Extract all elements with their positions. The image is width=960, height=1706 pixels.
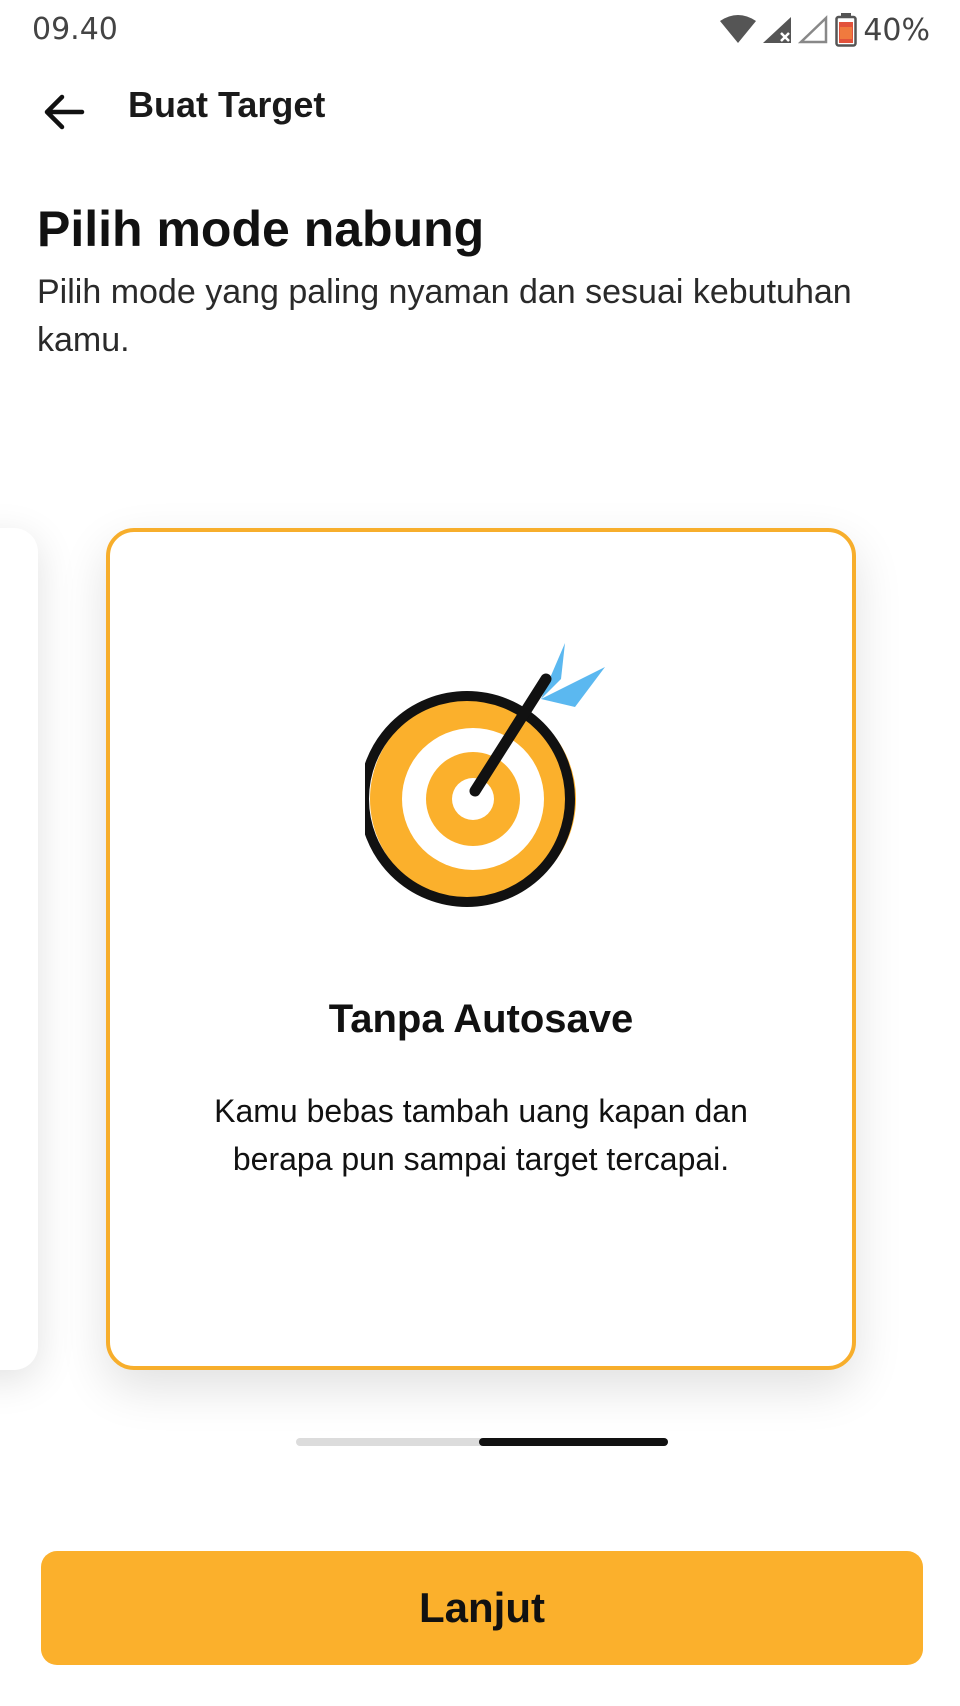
app-bar: Buat Target	[0, 58, 960, 150]
wifi-icon	[720, 15, 757, 43]
carousel-page-indicator	[296, 1438, 668, 1446]
page-subtitle: Pilih mode yang paling nyaman dan sesuai…	[37, 273, 852, 359]
status-icons: 40%	[719, 12, 930, 48]
battery-icon	[835, 13, 858, 47]
signal-empty-icon	[798, 15, 828, 44]
previous-mode-card[interactable]	[0, 528, 38, 1370]
status-time: 09.40	[32, 12, 118, 47]
back-button[interactable]	[30, 78, 98, 146]
mode-card-tanpa-autosave[interactable]: Tanpa Autosave Kamu bebas tambah uang ka…	[106, 528, 856, 1370]
arrow-left-icon	[44, 94, 85, 130]
card-title: Tanpa Autosave	[328, 997, 634, 1041]
next-button[interactable]: Lanjut	[41, 1551, 923, 1665]
battery-percent: 40%	[863, 12, 930, 48]
signal-icon	[763, 17, 792, 43]
target-icon	[365, 643, 605, 907]
status-bar: 09.40 40%	[0, 0, 960, 58]
card-description: Kamu bebas tambah uang kapan dan berapa …	[214, 1093, 748, 1177]
page-title: Pilih mode nabung	[37, 201, 485, 257]
app-bar-title: Buat Target	[128, 84, 326, 125]
page-indicator-active	[479, 1438, 668, 1446]
